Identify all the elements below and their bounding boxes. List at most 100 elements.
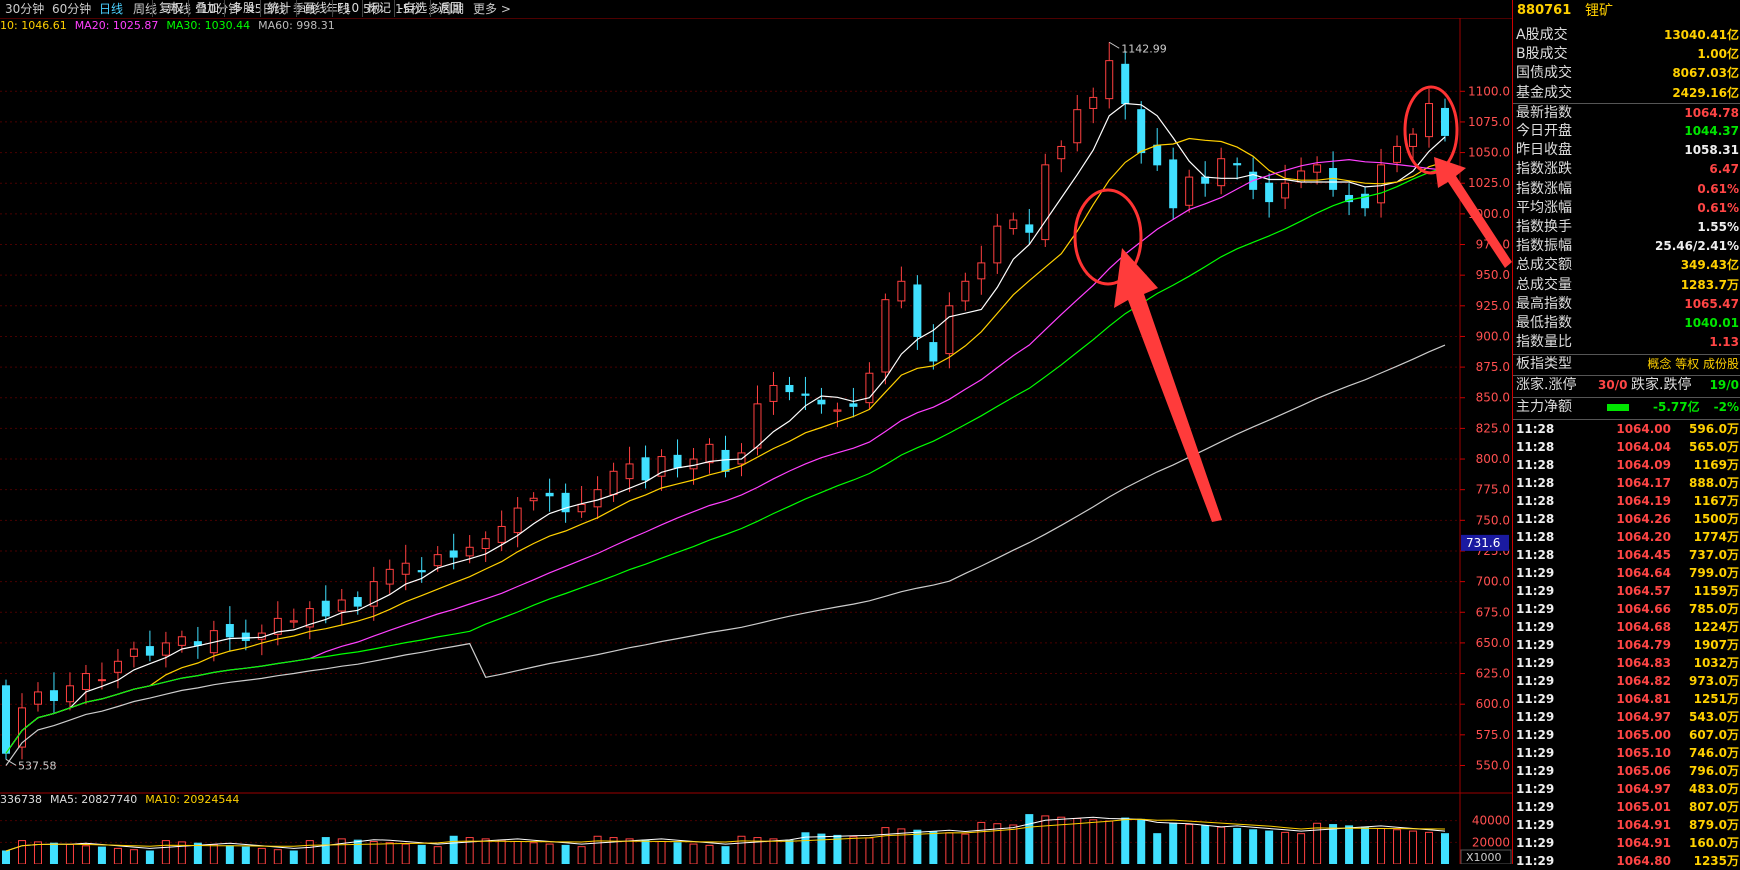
stat-row-7: 指数涨跌 6.47	[1513, 160, 1740, 179]
volume-bar-78	[1249, 829, 1258, 864]
stat-row-6: 昨日收盘 1058.31	[1513, 141, 1740, 160]
tick-time: 11:29	[1516, 674, 1555, 688]
tick-price: 1064.09	[1616, 458, 1671, 472]
volume-bar-68	[1089, 819, 1098, 864]
volume-bar-60	[961, 833, 970, 864]
tick-volume: 1251万	[1693, 692, 1739, 706]
tick-time: 11:28	[1516, 494, 1555, 508]
tick-time: 11:28	[1516, 476, 1555, 490]
volume-bar-55	[881, 827, 890, 864]
tool-button-6[interactable]: 标记	[362, 0, 395, 17]
tool-button-4[interactable]: 画线	[296, 0, 333, 17]
volume-bar-43	[689, 843, 698, 864]
candle-body-7	[113, 660, 122, 673]
flow-value: -5.77亿	[1653, 400, 1700, 414]
stat-row-2: 国债成交 8067.03亿	[1513, 64, 1740, 83]
tick-volume: 799.0万	[1689, 566, 1739, 580]
flow-pct: -2%	[1713, 400, 1739, 414]
stat-label: 指数振幅	[1516, 238, 1572, 255]
price-tick-13: 775.0	[1476, 483, 1510, 497]
volume-bar-80	[1281, 831, 1290, 864]
tick-row: 11:29 1064.66 785.0万	[1513, 600, 1740, 618]
stat-label: 指数量比	[1516, 334, 1572, 351]
volume-bar-64	[1025, 814, 1034, 864]
stat-label: 指数涨幅	[1516, 180, 1572, 197]
volume-bar-18	[289, 850, 298, 864]
volume-bar-54	[865, 837, 874, 864]
stat-value: 6.47	[1709, 162, 1739, 177]
volume-bar-39	[625, 838, 634, 864]
candle-body-18	[289, 620, 298, 623]
price-tick-12: 800.0	[1476, 452, 1510, 466]
period-tab-12[interactable]: 更多 >	[473, 1, 511, 17]
tick-row: 11:29 1064.91 160.0万	[1513, 834, 1740, 852]
price-tick-22: 550.0	[1476, 758, 1510, 772]
volume-bar-49	[785, 839, 794, 864]
tick-row: 11:29 1064.91 879.0万	[1513, 816, 1740, 834]
tool-button-7[interactable]: -自选	[394, 0, 431, 17]
stat-label: 最低指数	[1516, 315, 1572, 331]
tick-price: 1064.80	[1616, 854, 1671, 868]
candle-body-62	[993, 225, 1002, 264]
volume-bar-44	[705, 844, 714, 864]
tool-button-5[interactable]: F10	[332, 0, 363, 17]
tool-button-1[interactable]: 叠加	[188, 0, 225, 17]
period-tab-2[interactable]: 日线	[99, 1, 123, 17]
volume-bar-65	[1041, 815, 1050, 864]
volume-bar-17	[273, 849, 282, 864]
tick-price: 1064.97	[1616, 782, 1671, 796]
tool-button-3[interactable]: 统计	[260, 0, 297, 17]
candle-body-24	[385, 568, 394, 585]
tick-row: 11:29 1064.83 1032万	[1513, 654, 1740, 672]
tick-volume: 796.0万	[1689, 764, 1739, 778]
tick-price: 1064.00	[1616, 422, 1671, 436]
tick-price: 1064.26	[1616, 512, 1671, 526]
tick-row: 11:28 1064.20 1774万	[1513, 528, 1740, 546]
price-axis: 1100.01075.01050.01025.01000.0975.0950.0…	[1460, 84, 1510, 772]
candle-body-40	[641, 457, 650, 481]
tick-row: 11:28 1064.17 888.0万	[1513, 474, 1740, 492]
volume-bar-70	[1121, 817, 1130, 864]
volume-bar-34	[545, 843, 554, 864]
stat-label: 国债成交	[1516, 65, 1572, 82]
volume-bar-2	[33, 841, 42, 864]
volume-bar-67	[1073, 818, 1082, 864]
tick-volume: 973.0万	[1689, 674, 1739, 688]
tick-price: 1064.17	[1616, 476, 1671, 490]
tick-row: 11:29 1064.81 1251万	[1513, 690, 1740, 708]
price-tick-0: 1100.0	[1468, 84, 1510, 98]
candle-body-75	[1201, 176, 1210, 184]
tool-button-2[interactable]: 多股	[224, 0, 261, 17]
tick-row: 11:29 1065.10 746.0万	[1513, 744, 1740, 762]
tick-volume: 785.0万	[1689, 602, 1739, 616]
candle-body-71	[1137, 109, 1146, 154]
tick-time: 11:29	[1516, 566, 1555, 580]
tick-time: 11:29	[1516, 602, 1555, 616]
up-value: 30/0	[1598, 378, 1628, 392]
candle-body-73	[1169, 159, 1178, 209]
kline-chart[interactable]: 1142.99 537.58 40000 20000 X1000 1100.0 1075…	[0, 0, 1512, 864]
tick-volume: 1907万	[1693, 638, 1739, 652]
tick-volume: 1032万	[1693, 656, 1739, 670]
period-tab-1[interactable]: 60分钟	[52, 1, 91, 17]
volume-bar-57	[913, 829, 922, 864]
stat-label: 指数涨跌	[1516, 161, 1572, 178]
volume-bars: 40000 20000 X1000	[2, 814, 1512, 864]
stat-row-13: 总成交量 1283.7万	[1513, 276, 1740, 295]
type-options[interactable]: 概念 等权 成份股	[1647, 355, 1739, 374]
tick-time: 11:28	[1516, 548, 1555, 562]
period-tab-0[interactable]: 30分钟	[5, 1, 44, 17]
legend-item-0: 10: 1046.61	[0, 19, 67, 32]
stat-row-10: 指数换手 1.55%	[1513, 218, 1740, 237]
tick-time: 11:29	[1516, 836, 1555, 850]
legend-item-2: MA10: 20924544	[145, 793, 240, 806]
tool-button-0[interactable]: 复权	[152, 0, 189, 17]
volume-bar-20	[321, 837, 330, 864]
tool-button-8[interactable]: 返回	[430, 0, 469, 17]
volume-bar-71	[1137, 818, 1146, 864]
candle-body-33	[529, 497, 538, 502]
volume-bar-33	[529, 842, 538, 864]
stat-label: 基金成交	[1516, 84, 1572, 101]
candle-body-22	[353, 597, 362, 607]
candle-body-90	[1441, 107, 1449, 136]
